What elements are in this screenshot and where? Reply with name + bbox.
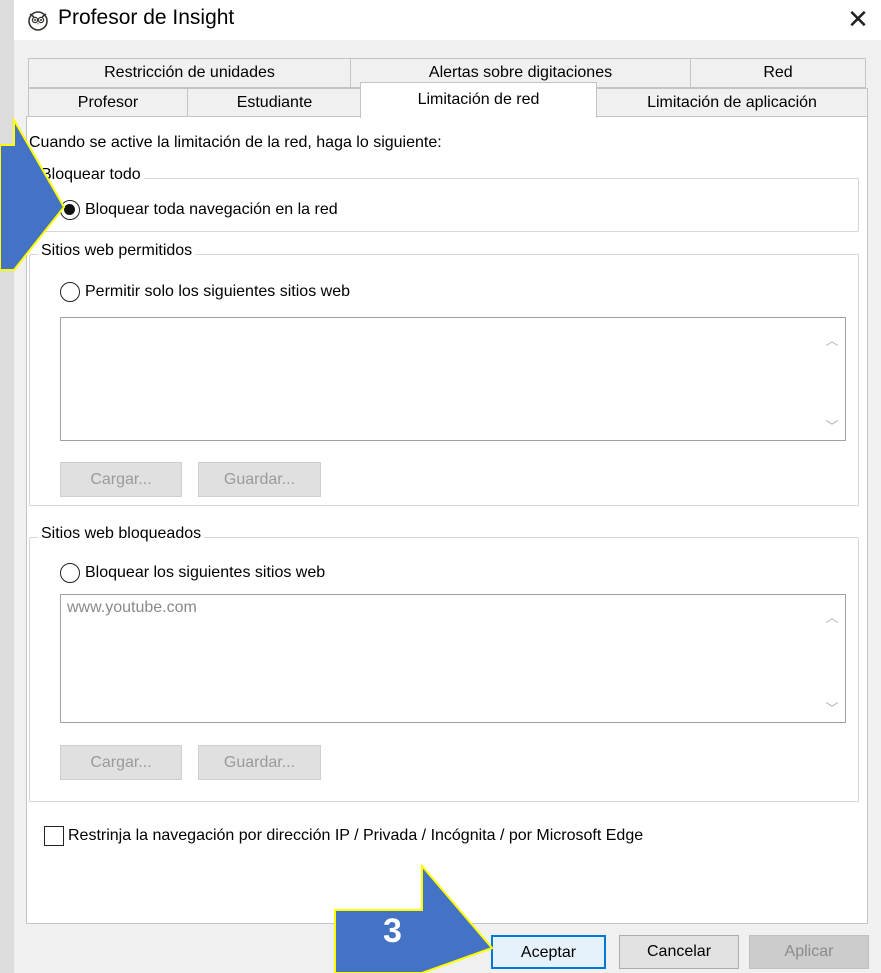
radio-row-allowed[interactable]: Permitir solo los siguientes sitios web — [60, 282, 350, 302]
tab-profesor[interactable]: Profesor — [28, 88, 188, 118]
tab-panel — [26, 116, 868, 924]
radio-block-all[interactable] — [60, 200, 80, 220]
radio-allowed-sites[interactable] — [60, 282, 80, 302]
tab-limitacion-aplicacion[interactable]: Limitación de aplicación — [596, 88, 868, 118]
dialog-window: Profesor de Insight ✕ Restricción de uni… — [14, 0, 881, 973]
chevron-down-icon[interactable]: ﹀ — [825, 698, 839, 716]
tab-restriccion-unidades[interactable]: Restricción de unidades — [28, 58, 351, 88]
radio-blocked-sites[interactable] — [60, 563, 80, 583]
blocked-sites-textarea[interactable]: www.youtube.com ︿ ﹀ — [60, 594, 846, 723]
chevron-up-icon[interactable]: ︿ — [825, 330, 839, 348]
window-title: Profesor de Insight — [58, 6, 235, 29]
radio-allowed-label: Permitir solo los siguientes sitios web — [85, 283, 350, 300]
restrict-checkbox[interactable] — [44, 826, 64, 846]
group-allowed-legend: Sitios web permitidos — [38, 242, 196, 260]
tab-red[interactable]: Red — [690, 58, 866, 88]
blocked-load-button[interactable]: Cargar... — [60, 745, 182, 780]
restrict-label: Restrinja la navegación por dirección IP… — [68, 827, 644, 844]
group-blocked-legend: Sitios web bloqueados — [38, 525, 205, 543]
intro-text: Cuando se active la limitación de la red… — [29, 134, 442, 151]
step-number-label: 3 — [383, 912, 402, 950]
title-bar: Profesor de Insight ✕ — [14, 0, 881, 40]
apply-button[interactable]: Aplicar — [749, 935, 869, 969]
blocked-sites-text: www.youtube.com — [67, 599, 197, 616]
blocked-save-button[interactable]: Guardar... — [198, 745, 321, 780]
tab-estudiante[interactable]: Estudiante — [187, 88, 362, 118]
radio-row-block-all[interactable]: Bloquear toda navegación en la red — [60, 200, 338, 220]
allowed-sites-textarea[interactable]: ︿ ﹀ — [60, 317, 846, 441]
owl-icon — [28, 11, 48, 31]
chevron-up-icon[interactable]: ︿ — [825, 607, 839, 625]
radio-blocked-label: Bloquear los siguientes sitios web — [85, 564, 326, 581]
close-button[interactable]: ✕ — [835, 0, 881, 40]
ok-button[interactable]: Aceptar — [491, 935, 606, 969]
allowed-load-button[interactable]: Cargar... — [60, 462, 182, 497]
radio-row-blocked[interactable]: Bloquear los siguientes sitios web — [60, 563, 325, 583]
cancel-button[interactable]: Cancelar — [619, 935, 739, 969]
tab-limitacion-red[interactable]: Limitación de red — [360, 82, 597, 118]
allowed-save-button[interactable]: Guardar... — [198, 462, 321, 497]
background-window — [0, 0, 15, 973]
group-block-all-legend: Bloquear todo — [38, 166, 144, 184]
chevron-down-icon[interactable]: ﹀ — [825, 416, 839, 434]
radio-block-all-label: Bloquear toda navegación en la red — [85, 201, 338, 218]
